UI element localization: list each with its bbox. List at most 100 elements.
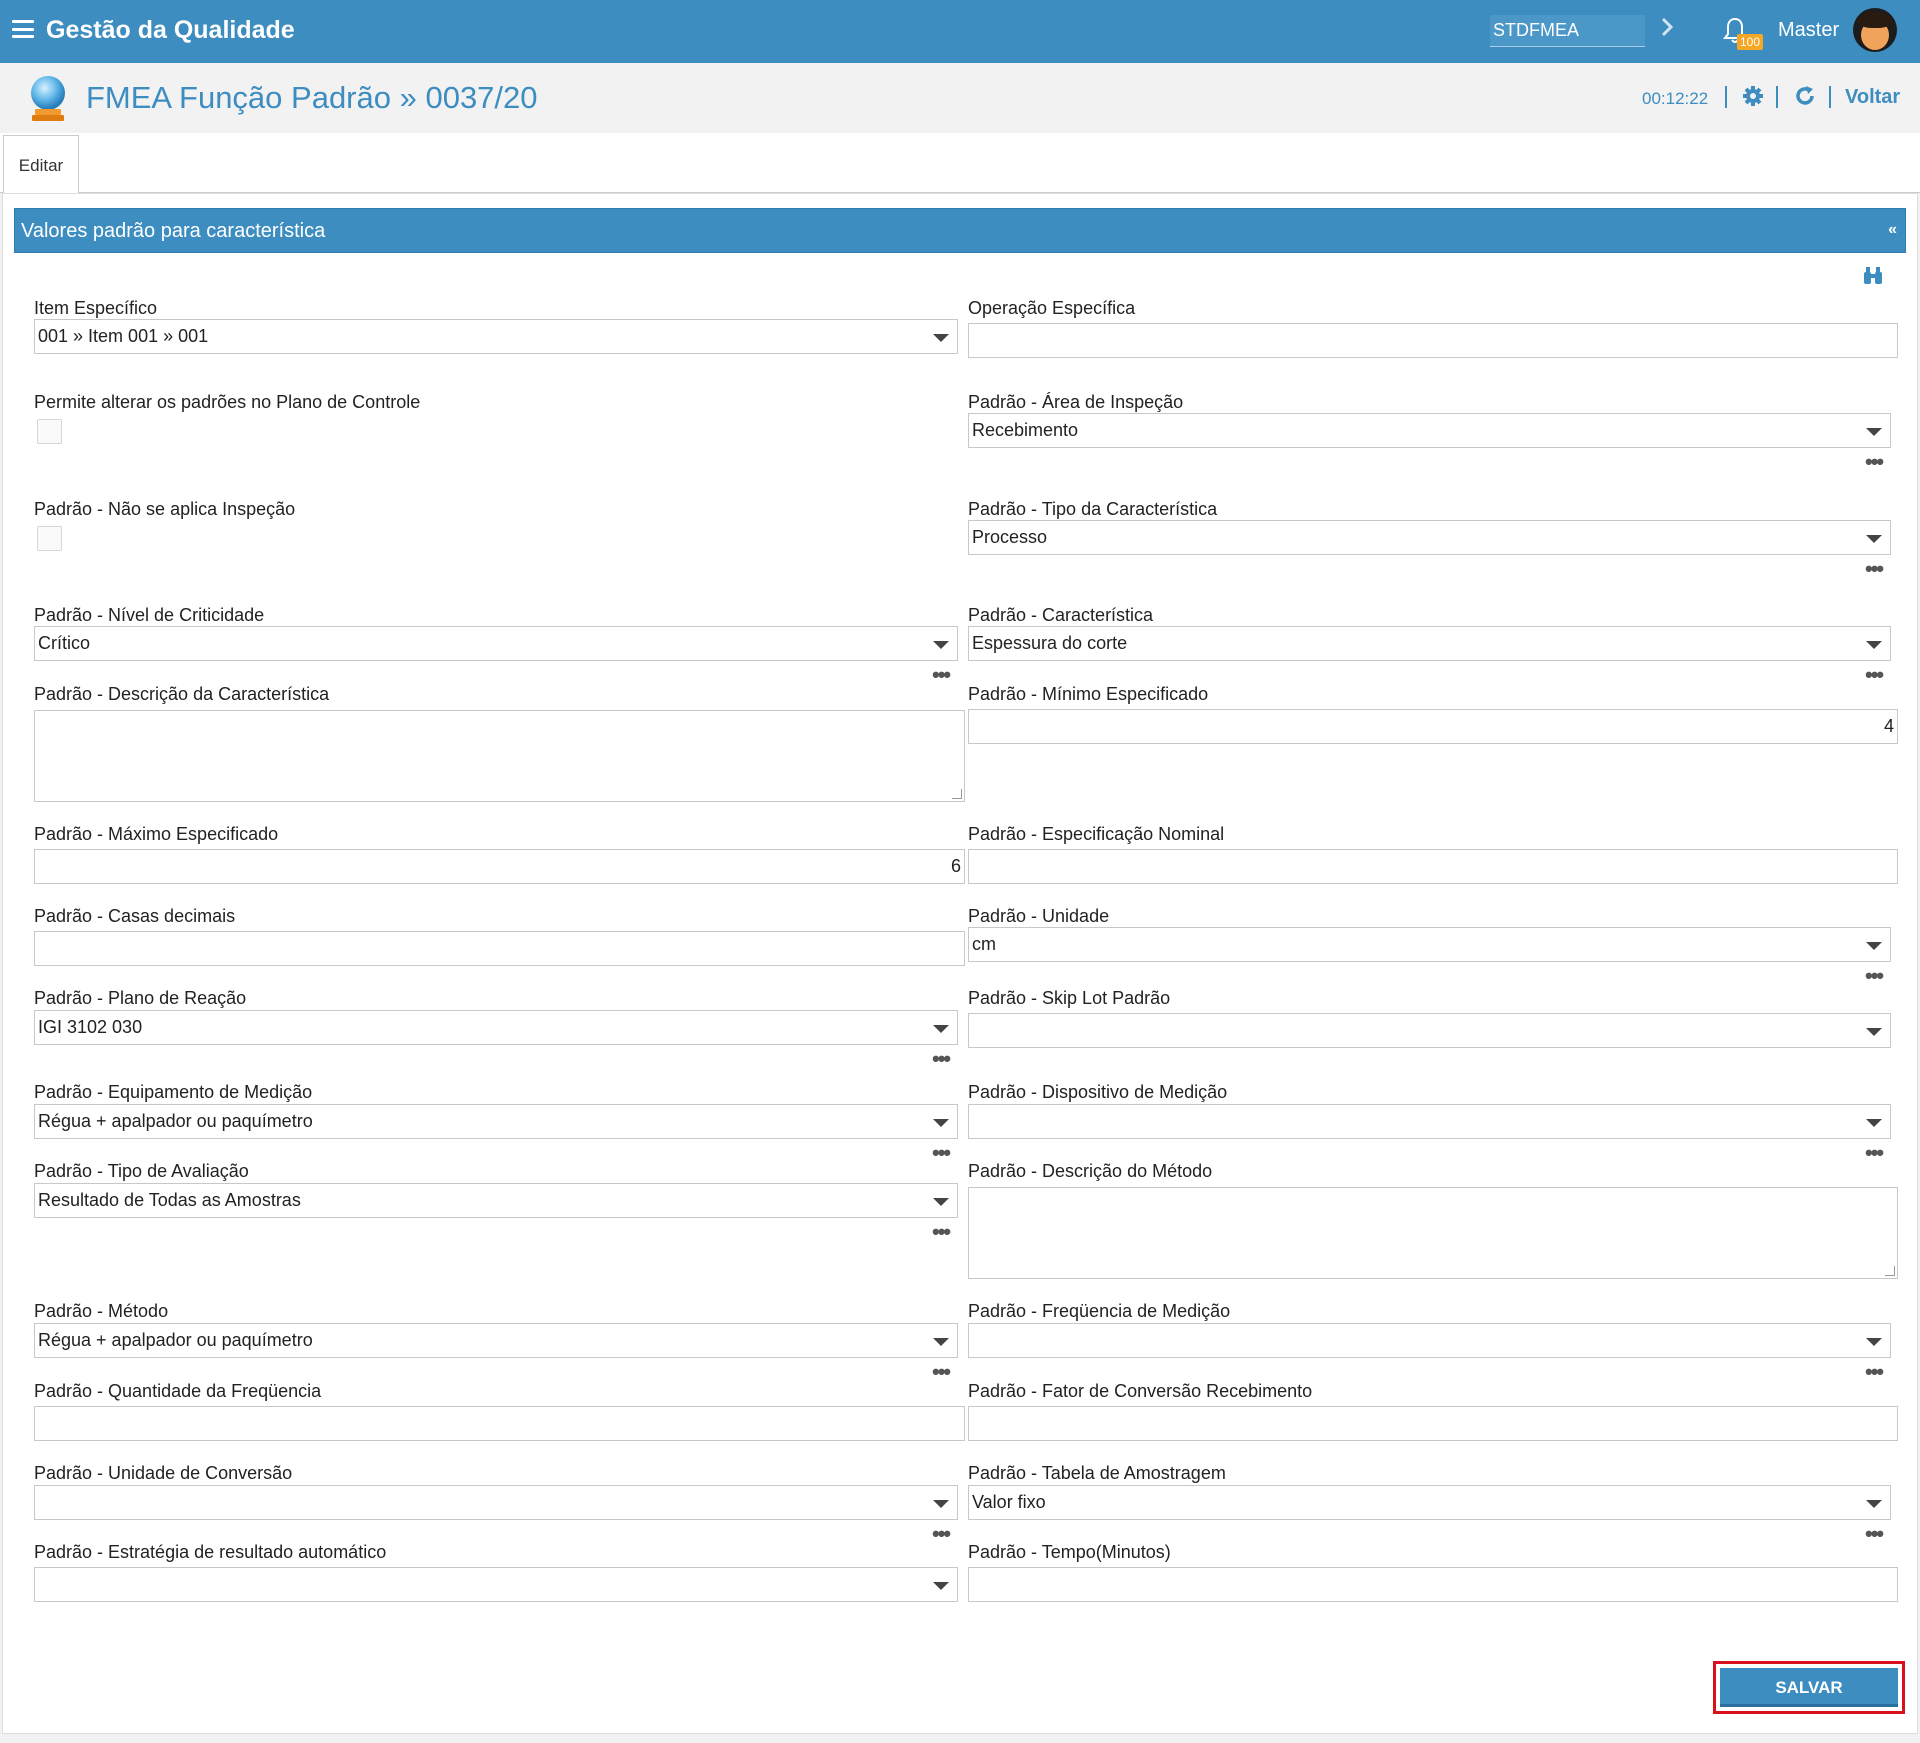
tipo-caracteristica-label: Padrão - Tipo da Característica (968, 499, 1218, 519)
back-link[interactable]: Voltar (1845, 86, 1900, 109)
more-options-icon[interactable]: ••• (1865, 965, 1884, 987)
operacao-especifica-label: Operação Específica (968, 298, 1136, 318)
tipo-avaliacao-select[interactable]: Resultado de Todas as Amostras (34, 1183, 958, 1218)
especificacao-nominal-label: Padrão - Especificação Nominal (968, 824, 1225, 844)
chevron-down-icon (933, 1500, 949, 1508)
maximo-especificado-input[interactable]: 6 (34, 849, 965, 884)
frequencia-medicao-label: Padrão - Freqüencia de Medição (968, 1301, 1231, 1321)
metodo-value: Régua + apalpador ou paquímetro (38, 1330, 313, 1350)
tabela-amostragem-value: Valor fixo (972, 1492, 1046, 1512)
casas-decimais-input[interactable] (34, 931, 965, 966)
section-header: Valores padrão para característica « (14, 208, 1906, 253)
tabela-amostragem-select[interactable]: Valor fixo (968, 1485, 1891, 1520)
unidade-conversao-select[interactable] (34, 1485, 958, 1520)
tipo-caracteristica-value: Processo (972, 527, 1048, 547)
user-name[interactable]: Master (1778, 19, 1839, 42)
refresh-icon[interactable] (1794, 85, 1816, 112)
item-especifico-label: Item Específico (34, 298, 158, 318)
nivel-criticidade-select[interactable]: Crítico (34, 626, 958, 661)
chevron-down-icon (933, 334, 949, 342)
nao-aplica-inspecao-label: Padrão - Não se aplica Inspeção (34, 499, 296, 519)
minimo-especificado-input[interactable]: 4 (968, 709, 1898, 744)
frequencia-medicao-select[interactable] (968, 1323, 1891, 1358)
skip-lot-select[interactable] (968, 1013, 1891, 1048)
maximo-especificado-label: Padrão - Máximo Especificado (34, 824, 279, 844)
minimo-especificado-label: Padrão - Mínimo Especificado (968, 684, 1209, 704)
collapse-icon[interactable]: « (1888, 221, 1897, 239)
top-bar: Gestão da Qualidade STDFMEA 100 Master (0, 0, 1920, 63)
dispositivo-medicao-select[interactable] (968, 1104, 1891, 1139)
tipo-caracteristica-select[interactable]: Processo (968, 520, 1891, 555)
tipo-avaliacao-value: Resultado de Todas as Amostras (38, 1190, 301, 1210)
nao-aplica-inspecao-checkbox[interactable] (37, 526, 62, 551)
skip-lot-label: Padrão - Skip Lot Padrão (968, 988, 1171, 1008)
more-options-icon[interactable]: ••• (932, 1221, 951, 1243)
divider (1776, 86, 1778, 108)
item-especifico-select[interactable]: 001 » Item 001 » 001 (34, 319, 958, 354)
equipamento-medicao-label: Padrão - Equipamento de Medição (34, 1082, 313, 1102)
chevron-down-icon (1866, 641, 1882, 649)
operacao-especifica-input[interactable] (968, 323, 1898, 358)
tabela-amostragem-label: Padrão - Tabela de Amostragem (968, 1463, 1226, 1483)
chevron-down-icon (1866, 428, 1882, 436)
more-options-icon[interactable]: ••• (932, 1142, 951, 1164)
tempo-minutos-input[interactable] (968, 1567, 1898, 1602)
more-options-icon[interactable]: ••• (1865, 1523, 1884, 1545)
descricao-caracteristica-textarea[interactable] (34, 710, 965, 802)
more-options-icon[interactable]: ••• (1865, 1142, 1884, 1164)
page-title: FMEA Função Padrão » 0037/20 (86, 80, 538, 115)
item-especifico-value: 001 » Item 001 » 001 (38, 326, 209, 346)
fator-conversao-input[interactable] (968, 1406, 1898, 1441)
chevron-down-icon (1866, 942, 1882, 950)
session-timer: 00:12:22 (1642, 89, 1709, 108)
permite-alterar-checkbox[interactable] (37, 419, 62, 444)
area-inspecao-label: Padrão - Área de Inspeção (968, 392, 1184, 412)
equipamento-medicao-select[interactable]: Régua + apalpador ou paquímetro (34, 1104, 958, 1139)
caracteristica-select[interactable]: Espessura do corte (968, 626, 1891, 661)
chevron-down-icon (1866, 1338, 1882, 1346)
chevron-down-icon (1866, 1028, 1882, 1036)
binoculars-icon[interactable] (1862, 266, 1884, 291)
hamburger-menu-icon[interactable] (12, 20, 34, 38)
especificacao-nominal-input[interactable] (968, 849, 1898, 884)
quantidade-frequencia-input[interactable] (34, 1406, 965, 1441)
chevron-down-icon (933, 1198, 949, 1206)
more-options-icon[interactable]: ••• (1865, 664, 1884, 686)
divider (1725, 86, 1727, 108)
nivel-criticidade-label: Padrão - Nível de Criticidade (34, 605, 265, 625)
more-options-icon[interactable]: ••• (932, 1523, 951, 1545)
more-options-icon[interactable]: ••• (932, 664, 951, 686)
chevron-right-icon[interactable] (1660, 16, 1674, 43)
more-options-icon[interactable]: ••• (1865, 451, 1884, 473)
metodo-select[interactable]: Régua + apalpador ou paquímetro (34, 1323, 958, 1358)
gear-icon[interactable] (1742, 85, 1764, 112)
chevron-down-icon (1866, 1500, 1882, 1508)
crystal-ball-icon (26, 73, 70, 128)
page-header: FMEA Função Padrão » 0037/20 00:12:22 Vo… (0, 63, 1920, 133)
chevron-down-icon (933, 641, 949, 649)
tab-editar[interactable]: Editar (3, 135, 79, 194)
chevron-down-icon (1866, 1119, 1882, 1127)
unidade-value: cm (972, 934, 996, 954)
more-options-icon[interactable]: ••• (932, 1361, 951, 1383)
chevron-down-icon (933, 1338, 949, 1346)
plano-reacao-select[interactable]: IGI 3102 030 (34, 1010, 958, 1045)
unidade-select[interactable]: cm (968, 927, 1891, 962)
more-options-icon[interactable]: ••• (1865, 1361, 1884, 1383)
equipamento-medicao-value: Régua + apalpador ou paquímetro (38, 1111, 313, 1131)
save-button[interactable]: SALVAR (1720, 1668, 1898, 1707)
casas-decimais-label: Padrão - Casas decimais (34, 906, 236, 926)
divider (1829, 86, 1831, 108)
quantidade-frequencia-label: Padrão - Quantidade da Freqüencia (34, 1381, 322, 1401)
database-selector[interactable]: STDFMEA (1490, 15, 1645, 47)
chevron-down-icon (933, 1119, 949, 1127)
metodo-label: Padrão - Método (34, 1301, 169, 1321)
chevron-down-icon (933, 1582, 949, 1590)
more-options-icon[interactable]: ••• (1865, 558, 1884, 580)
more-options-icon[interactable]: ••• (932, 1048, 951, 1070)
tipo-avaliacao-label: Padrão - Tipo de Avaliação (34, 1161, 249, 1181)
descricao-metodo-textarea[interactable] (968, 1187, 1898, 1279)
estrategia-resultado-select[interactable] (34, 1567, 958, 1602)
area-inspecao-select[interactable]: Recebimento (968, 413, 1891, 448)
avatar[interactable] (1853, 8, 1897, 52)
